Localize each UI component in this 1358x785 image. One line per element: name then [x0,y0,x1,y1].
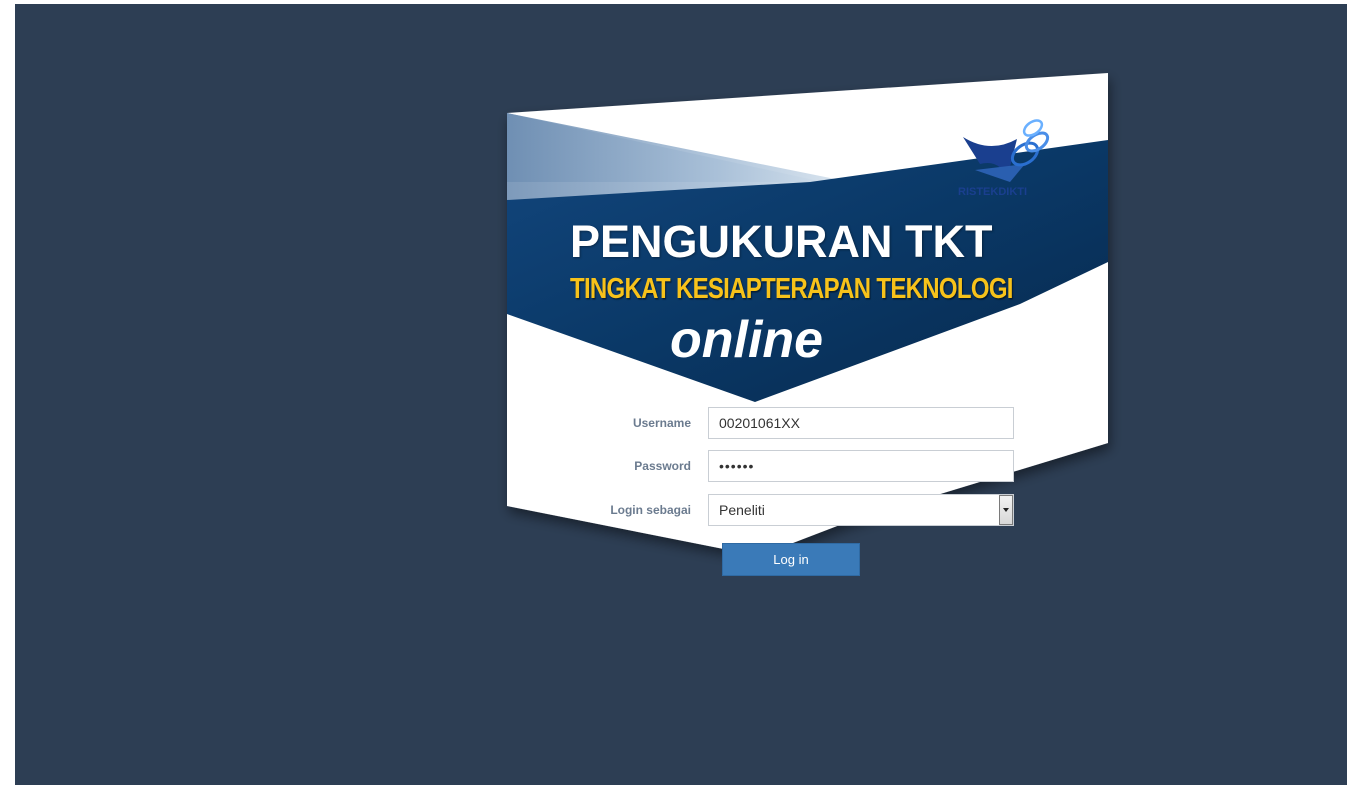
chevron-down-icon [1003,508,1009,512]
password-label: Password [634,459,691,473]
login-banner [507,73,1108,556]
login-page: RISTEKDIKTI PENGUKURAN TKT TINGKAT KESIA… [15,4,1347,785]
banner-tagline: online [670,311,824,369]
username-label: Username [632,416,691,430]
role-select-value: Peneliti [719,502,765,518]
banner-subtitle: TINGKAT KESIAPTERAPAN TEKNOLOGI [570,273,1013,306]
login-button[interactable]: Log in [722,543,860,576]
password-input[interactable] [708,450,1014,482]
banner-title: PENGUKURAN TKT [570,216,993,267]
select-dropdown-button[interactable] [999,495,1013,525]
role-label: Login sebagai [610,503,691,517]
username-input[interactable] [708,407,1014,439]
logo-text: RISTEKDIKTI [958,186,1028,198]
role-select[interactable]: Peneliti [708,494,1014,526]
